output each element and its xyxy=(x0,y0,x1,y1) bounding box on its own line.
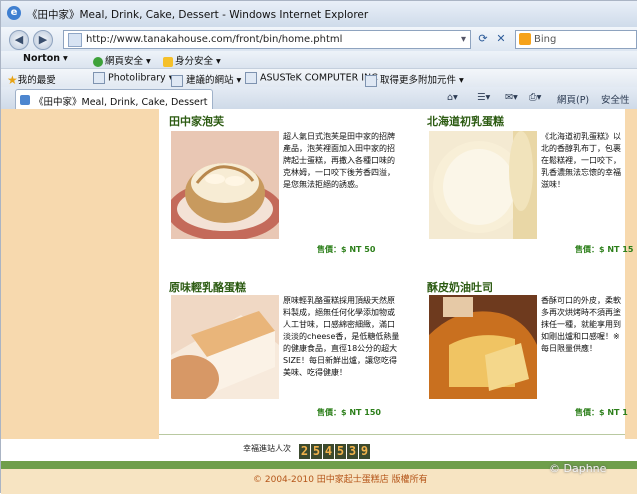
page-icon xyxy=(68,33,82,47)
web-safety-label: 網頁安全 xyxy=(105,56,144,67)
norton-logo[interactable]: Norton xyxy=(23,53,60,64)
visit-counter-label: 幸福進站人次 xyxy=(243,444,291,453)
bing-icon xyxy=(519,33,531,45)
favorites-button[interactable]: ★我的最愛 xyxy=(7,72,56,87)
counter-digit: 5 xyxy=(311,444,322,459)
web-safety-button[interactable]: 網頁安全 ▾ xyxy=(93,53,151,67)
title-bar: e 《田中家》Meal, Drink, Cake, Dessert - Wind… xyxy=(1,1,637,28)
product-price: 售價：$ NT 50 xyxy=(317,245,376,254)
visit-counter-digits: 254539 xyxy=(299,440,371,459)
tab-favicon-icon xyxy=(20,95,30,105)
check-icon xyxy=(93,56,103,67)
print-icon[interactable]: ⎙▾ xyxy=(529,92,541,103)
address-field[interactable]: http://www.tanakahouse.com/front/bin/hom… xyxy=(63,30,471,49)
home-icon[interactable]: ⌂▾ xyxy=(447,92,458,103)
butter-toast-photo[interactable] xyxy=(429,295,537,399)
product-name[interactable]: 酥皮奶油吐司 xyxy=(427,279,493,295)
counter-digit: 4 xyxy=(323,444,334,459)
watermark: © Daphne xyxy=(549,462,607,475)
norton-toolbar: Norton ▾ 網頁安全 ▾ 身分安全 ▾ xyxy=(1,51,637,68)
product-description: 《北海道初乳蛋糕》以北的香醇乳布丁，包裹在鬆糕裡，一口咬下，乳香濃無法忘懷的幸福… xyxy=(541,132,621,189)
addons-icon xyxy=(365,74,377,87)
favorite-item-asus[interactable]: ASUSTeK COMPUTER INC xyxy=(245,72,378,84)
tab-tanakahouse[interactable]: 《田中家》Meal, Drink, Cake, Dessert xyxy=(15,89,213,110)
browser-window: e 《田中家》Meal, Drink, Cake, Dessert - Wind… xyxy=(0,0,637,494)
counter-digit: 3 xyxy=(347,444,358,459)
footer-bar xyxy=(1,461,637,469)
dropdown-icon[interactable]: ▾ xyxy=(63,53,68,64)
product-description: 香酥可口的外皮，柔軟多再次烘烤時不須再塗抹任一種，就能享用到如剛出爐和口感喔！※… xyxy=(541,296,621,353)
page-menu[interactable]: 網頁(P) xyxy=(557,92,589,106)
favorites-bar: ★我的最愛 Photolibrary ▾ 建議的網站 ▾ ASUSTeK COM… xyxy=(1,68,637,88)
mail-icon[interactable]: ✉▾ xyxy=(505,92,518,103)
footer: © 2004-2010 田中家起士蛋糕店 版權所有 © Daphne xyxy=(1,462,637,494)
cream-puff-photo[interactable] xyxy=(171,131,279,239)
visit-counter: 幸福進站人次 254539 xyxy=(159,440,625,459)
product-price: 售價：$ NT 15 xyxy=(575,245,634,254)
photolibrary-icon xyxy=(93,72,105,84)
identity-icon xyxy=(163,56,173,67)
ie-logo-icon: e xyxy=(7,6,21,20)
asus-icon xyxy=(245,72,257,84)
tab-title: 《田中家》Meal, Drink, Cake, Dessert xyxy=(34,97,208,108)
favorite-item-suggested-sites[interactable]: 建議的網站 ▾ xyxy=(171,72,241,87)
product-name[interactable]: 原味輕乳酪蛋糕 xyxy=(169,279,246,295)
feeds-icon[interactable]: ☰▾ xyxy=(477,92,490,103)
star-icon: ★ xyxy=(7,73,18,87)
counter-digit: 2 xyxy=(299,444,310,459)
identity-safety-label: 身分安全 xyxy=(175,56,214,67)
product-description: 原味輕乳酪蛋糕採用頂級天然原料製成，絕無任何化學添加物或人工甘味，口感綿密細緻，… xyxy=(283,296,400,377)
product-description: 超人氣日式泡芙是田中家的招牌產品，泡芙裡面加入田中家的招牌起士蛋糕，再撒入各種口… xyxy=(283,132,395,189)
safety-menu[interactable]: 安全性 xyxy=(601,92,630,106)
stop-icon[interactable]: ✕ xyxy=(493,31,509,47)
dropdown-icon[interactable]: ▾ xyxy=(461,31,466,48)
product-name[interactable]: 北海道初乳蛋糕 xyxy=(427,113,504,129)
window-title: 《田中家》Meal, Drink, Cake, Dessert - Window… xyxy=(27,9,369,21)
web-page: 田中家泡芙 超人氣日式泡芙是田中家的招牌產品，泡芙裡面加入田中家的招牌起士蛋糕，… xyxy=(1,109,637,494)
tab-bar: 《田中家》Meal, Drink, Cake, Dessert ⌂▾ ☰▾ ✉▾… xyxy=(1,87,637,110)
address-bar-row: ◀ ▶ http://www.tanakahouse.com/front/bin… xyxy=(1,27,637,51)
back-icon[interactable]: ◀ xyxy=(9,30,29,50)
search-input[interactable]: Bing xyxy=(515,30,637,49)
forward-icon[interactable]: ▶ xyxy=(33,30,53,50)
left-margin-panel xyxy=(1,109,159,439)
favorite-item-addons[interactable]: 取得更多附加元件 ▾ xyxy=(365,72,464,87)
address-url: http://www.tanakahouse.com/front/bin/hom… xyxy=(86,34,343,45)
identity-safety-button[interactable]: 身分安全 ▾ xyxy=(163,53,221,67)
product-name[interactable]: 田中家泡芙 xyxy=(169,113,224,129)
suggested-sites-icon xyxy=(171,74,183,87)
product-price: 售價：$ NT 1 xyxy=(575,408,628,417)
search-placeholder: Bing xyxy=(534,34,557,45)
refresh-icon[interactable]: ⟳ xyxy=(475,31,491,47)
counter-digit: 9 xyxy=(359,444,370,459)
favorites-label: 我的最愛 xyxy=(17,75,56,86)
counter-digit: 5 xyxy=(335,444,346,459)
cheesecake-photo[interactable] xyxy=(171,295,279,399)
product-price: 售價：$ NT 150 xyxy=(317,408,381,417)
hokkaido-cake-photo[interactable] xyxy=(429,131,537,239)
divider xyxy=(159,434,625,435)
favorite-item-photolibrary[interactable]: Photolibrary ▾ xyxy=(93,72,173,84)
copyright-text: © 2004-2010 田中家起士蛋糕店 版權所有 xyxy=(253,475,428,485)
right-margin-panel xyxy=(625,109,637,439)
